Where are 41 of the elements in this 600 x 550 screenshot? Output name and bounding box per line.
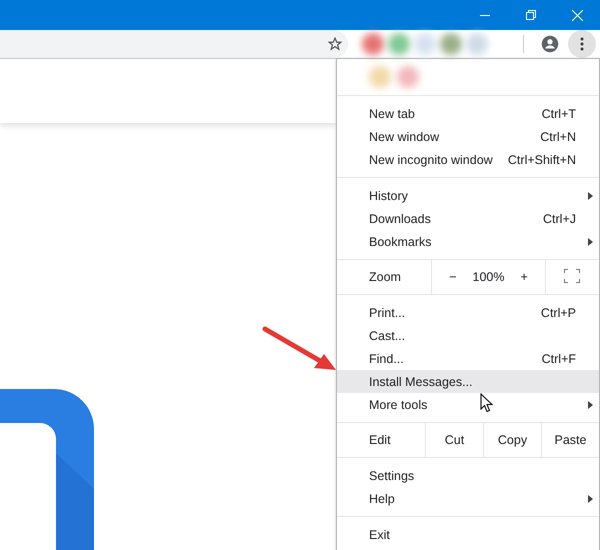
mouse-cursor-icon [480,393,493,413]
zoom-out-button[interactable]: − [443,270,462,284]
close-icon [572,10,582,20]
person-icon [541,35,559,53]
zoom-value: 100% [472,270,506,284]
extension-icon[interactable] [388,33,410,55]
menu-item[interactable]: Settings [337,464,599,487]
menu-item[interactable]: More tools [337,393,599,416]
star-icon[interactable] [328,37,342,51]
extension-icon[interactable] [397,66,419,88]
submenu-arrow-icon [588,494,593,502]
menu-button[interactable] [568,30,596,58]
submenu-arrow-icon [588,192,593,200]
restore-icon [526,10,536,20]
menu-item[interactable]: Cast... [337,324,599,347]
edit-action-button[interactable]: Cut [425,423,483,457]
submenu-arrow-icon [588,238,593,246]
edit-label: Edit [368,432,392,449]
zoom-label: Zoom [368,269,402,286]
zoom-in-button[interactable]: + [514,270,534,284]
extension-icon[interactable] [369,66,391,88]
menu-item[interactable]: Bookmarks [337,230,599,253]
menu-item[interactable]: New window Ctrl+N [337,125,599,148]
menu-item[interactable]: New tab Ctrl+T [337,102,599,125]
menu-item[interactable]: History [337,184,599,207]
edit-action-button[interactable]: Copy [483,423,541,457]
submenu-arrow-icon [588,400,593,408]
extension-icon[interactable] [362,33,384,55]
extension-icon[interactable] [466,33,488,55]
menu-item[interactable]: Find... Ctrl+F [337,347,599,370]
fullscreen-icon [564,268,580,282]
menu-item[interactable]: New incognito window Ctrl+Shift+N [337,148,599,171]
extension-icon[interactable] [440,33,462,55]
menu-item[interactable]: Install Messages... [337,370,599,393]
menu-item[interactable]: Help [337,487,599,510]
menu-icon [580,37,584,51]
menu-item[interactable]: Print... Ctrl+P [337,301,599,324]
menu-item[interactable]: Downloads Ctrl+J [337,207,599,230]
edit-action-button[interactable]: Paste [541,423,599,457]
extension-icon[interactable] [414,33,436,55]
menu-item[interactable]: Exit [337,523,599,546]
